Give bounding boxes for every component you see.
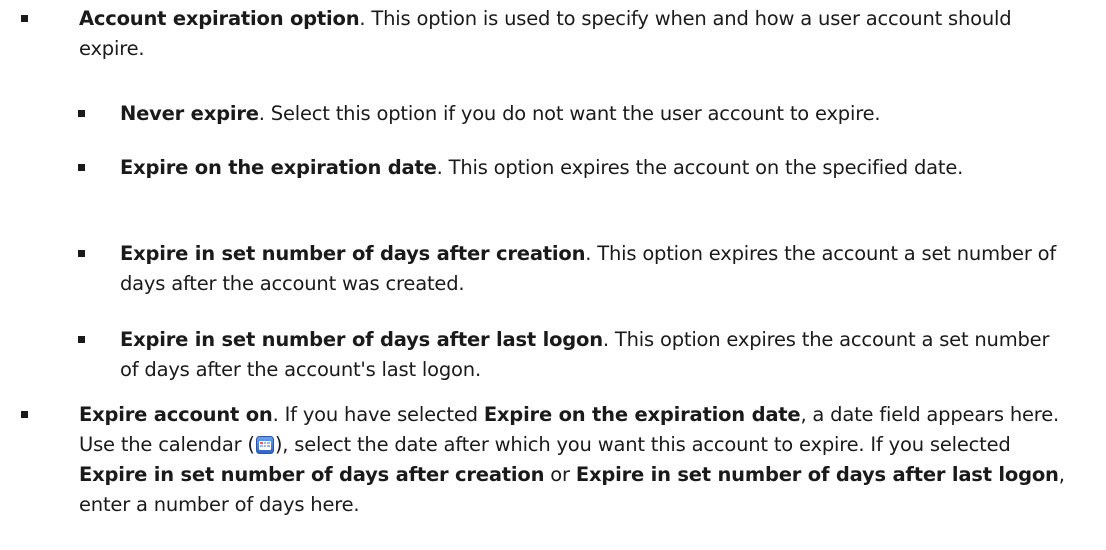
list-item-expire-on-expiration-date: Expire on the expiration date. This opti… bbox=[120, 153, 1065, 183]
bullet-marker bbox=[78, 250, 85, 257]
term-never-expire: Never expire bbox=[120, 102, 259, 125]
term-expire-after-last-logon: Expire in set number of days after last … bbox=[120, 328, 603, 351]
text-segment: ), select the date after which you want … bbox=[274, 433, 1011, 456]
bullet-marker bbox=[78, 336, 85, 343]
list-item-never-expire: Never expire. Select this option if you … bbox=[120, 99, 1080, 129]
description-never-expire: . Select this option if you do not want … bbox=[258, 102, 881, 125]
bullet-marker bbox=[21, 15, 28, 22]
bullet-marker bbox=[78, 164, 85, 171]
description-expire-on-expiration-date: . This option expires the account on the… bbox=[436, 156, 964, 179]
reference-expire-after-last-logon: Expire in set number of days after last … bbox=[575, 463, 1059, 486]
list-item-expire-account-on: Expire account on. If you have selected … bbox=[79, 400, 1079, 520]
text-segment: . If you have selected bbox=[272, 403, 484, 426]
help-document: Account expiration option. This option i… bbox=[0, 0, 1106, 550]
reference-expire-on-expiration-date: Expire on the expiration date bbox=[483, 403, 801, 426]
term-expire-account-on: Expire account on bbox=[79, 403, 273, 426]
term-expire-after-creation: Expire in set number of days after creat… bbox=[120, 242, 586, 265]
bullet-marker bbox=[78, 110, 85, 117]
list-item-account-expiration-option: Account expiration option. This option i… bbox=[79, 4, 1059, 64]
term-account-expiration-option: Account expiration option bbox=[79, 7, 360, 30]
text-segment: or bbox=[544, 463, 576, 486]
reference-expire-after-creation: Expire in set number of days after creat… bbox=[79, 463, 545, 486]
list-item-expire-after-last-logon: Expire in set number of days after last … bbox=[120, 325, 1065, 385]
calendar-icon bbox=[255, 433, 274, 454]
term-expire-on-expiration-date: Expire on the expiration date bbox=[120, 156, 437, 179]
list-item-expire-after-creation: Expire in set number of days after creat… bbox=[120, 239, 1065, 299]
bullet-marker bbox=[21, 411, 28, 418]
